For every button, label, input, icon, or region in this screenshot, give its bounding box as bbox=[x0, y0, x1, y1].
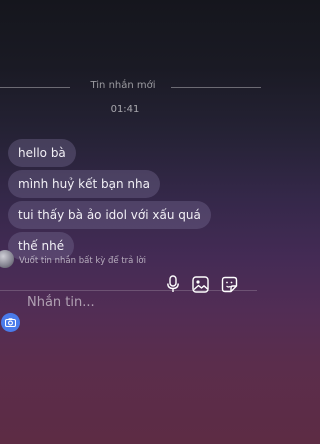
divider-line-right bbox=[171, 87, 261, 88]
voice-message-button[interactable] bbox=[164, 275, 182, 293]
divider-line-left bbox=[0, 87, 70, 88]
gallery-button[interactable] bbox=[191, 275, 209, 293]
message-bubble[interactable]: tui thấy bà ảo idol với xấu quá bbox=[8, 201, 211, 229]
camera-icon bbox=[5, 318, 16, 327]
image-icon bbox=[191, 275, 209, 293]
new-messages-divider: Tin nhắn mới bbox=[0, 79, 261, 97]
microphone-icon bbox=[166, 275, 180, 293]
sender-avatar[interactable] bbox=[0, 250, 14, 268]
message-input[interactable]: Nhắn tin... bbox=[27, 295, 95, 310]
message-bubble[interactable]: hello bà bbox=[8, 139, 76, 167]
sticker-icon bbox=[221, 276, 238, 293]
divider-label: Tin nhắn mới bbox=[90, 80, 156, 91]
message-bubble[interactable]: mình huỷ kết bạn nha bbox=[8, 170, 160, 198]
camera-button[interactable] bbox=[1, 313, 20, 332]
reply-hint: Vuốt tin nhắn bất kỳ để trả lời bbox=[19, 256, 146, 266]
sticker-button[interactable] bbox=[220, 275, 238, 293]
message-timestamp: 01:41 bbox=[110, 104, 140, 115]
